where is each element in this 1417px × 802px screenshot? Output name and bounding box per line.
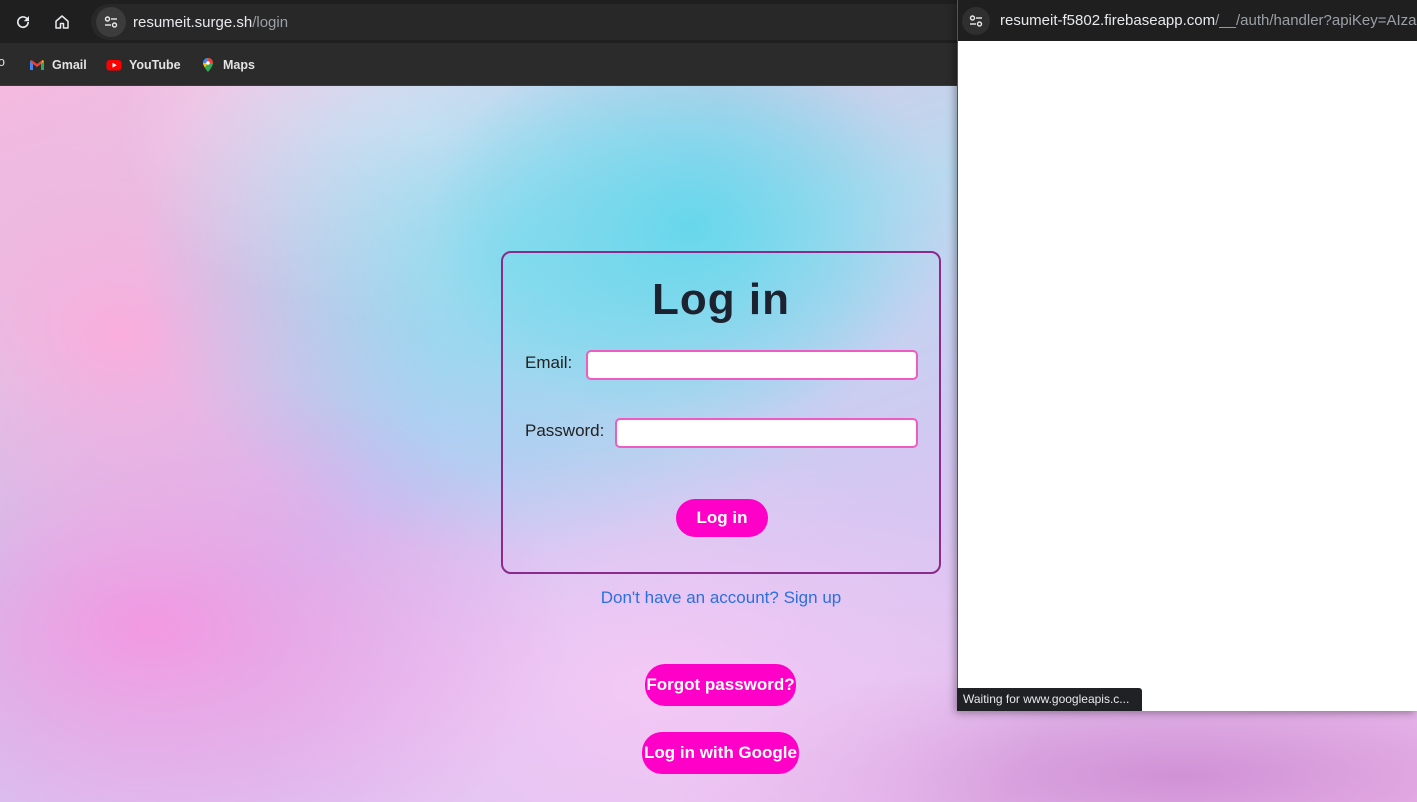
signup-link[interactable]: Don't have an account? Sign up [501,588,941,608]
home-button[interactable] [47,7,77,37]
home-icon [55,15,69,29]
tune-icon [969,14,983,27]
address-bar[interactable]: resumeit.surge.sh/login [91,4,957,40]
status-bubble: Waiting for www.googleapis.c... [957,688,1142,711]
login-card: Log in Email: Password: Log in [501,251,941,574]
site-settings-button[interactable] [96,7,126,37]
auth-popup-window: resumeit-f5802.firebaseapp.com/__/auth/h… [957,0,1417,711]
gmail-icon [30,60,44,70]
maps-icon [203,58,213,72]
google-login-button[interactable]: Log in with Google [642,732,799,774]
popup-site-settings-button[interactable] [962,6,990,35]
bookmark-cut-label[interactable]: o [0,55,5,69]
bookmark-label: Gmail [52,58,87,72]
bookmark-youtube[interactable]: YouTube [106,55,181,75]
bookmark-gmail[interactable]: Gmail [29,55,87,75]
url-host: resumeit.surge.sh [133,13,253,31]
bookmark-label: YouTube [129,58,181,72]
bookmarks-bar: o Gmail YouTube Maps [0,43,957,86]
bookmark-maps[interactable]: Maps [200,55,255,75]
reload-icon [17,16,30,29]
tune-icon [104,16,118,28]
url-path: /login [252,13,289,31]
reload-button[interactable] [8,7,38,37]
forgot-password-button[interactable]: Forgot password? [645,664,796,706]
popup-address-bar[interactable]: resumeit-f5802.firebaseapp.com/__/auth/h… [958,0,1417,41]
password-field[interactable] [615,418,918,448]
login-title: Log in [652,275,790,324]
password-label: Password: [525,421,605,440]
popup-url-path: /__/auth/handler?apiKey=AIza [1215,12,1417,29]
bookmark-label: Maps [223,58,255,72]
login-submit-button[interactable]: Log in [676,499,768,537]
youtube-icon [106,60,122,71]
popup-url-text: resumeit-f5802.firebaseapp.com/__/auth/h… [1000,12,1417,29]
url-text: resumeit.surge.sh/login [133,14,288,31]
popup-url-host: resumeit-f5802.firebaseapp.com [1000,12,1216,29]
email-label: Email: [525,353,573,372]
browser-toolbar: resumeit.surge.sh/login [0,0,957,43]
email-field[interactable] [586,350,918,380]
